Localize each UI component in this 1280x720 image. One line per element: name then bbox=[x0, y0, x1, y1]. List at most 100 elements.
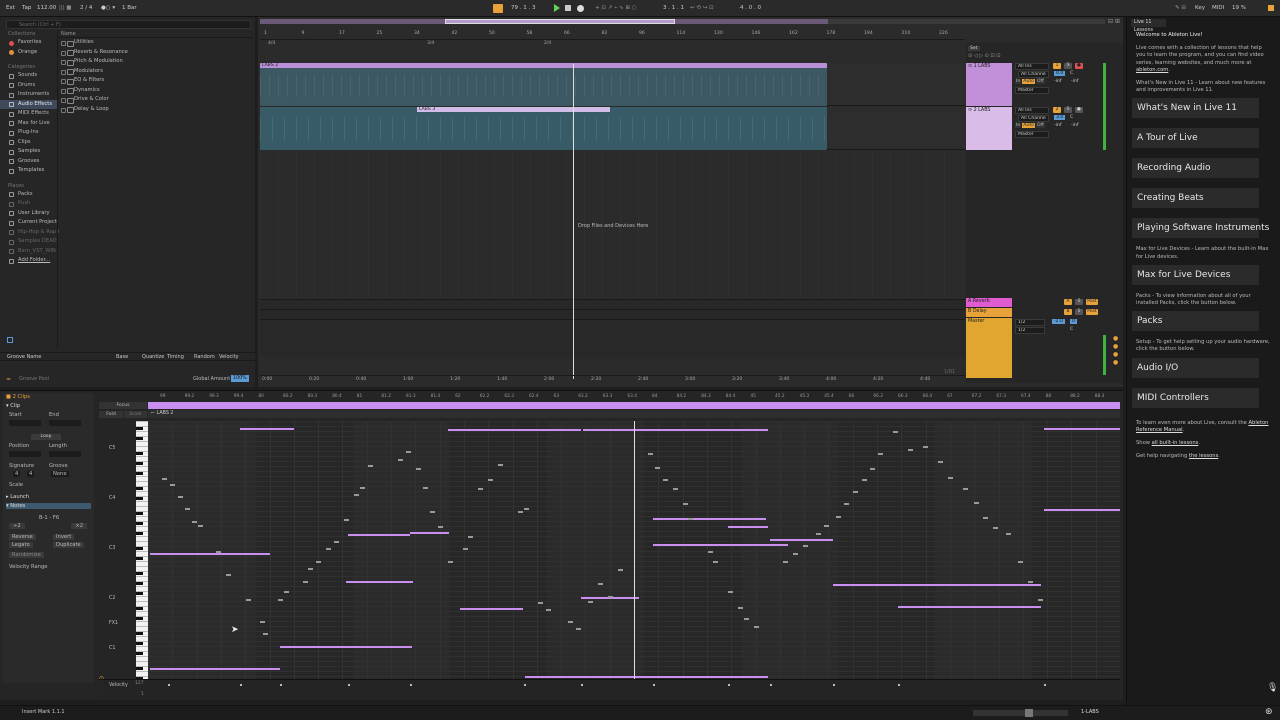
sidebar-item-grooves[interactable]: Grooves bbox=[0, 157, 57, 167]
signature-numerator[interactable]: 4 bbox=[13, 471, 21, 477]
randomize-button[interactable]: Randomize bbox=[9, 552, 44, 558]
black-key[interactable] bbox=[136, 572, 143, 575]
midi-note-short[interactable] bbox=[783, 561, 788, 564]
beat-ruler[interactable]: 99 99.2 99.3 99.4 80 80.2 80.3 80.4 81 81.2 81.3 81… bbox=[148, 394, 1120, 402]
clip-name-bar[interactable]: ⌐ LABS 2 bbox=[148, 410, 1120, 418]
black-key[interactable] bbox=[136, 632, 143, 635]
midi-note-short[interactable] bbox=[1028, 581, 1033, 584]
loop-bar[interactable] bbox=[148, 402, 1120, 409]
master-pan[interactable]: C bbox=[1070, 327, 1073, 332]
stop-icon[interactable] bbox=[565, 5, 571, 11]
sidebar-item-orange[interactable]: Orange bbox=[0, 48, 57, 58]
bar-ruler[interactable]: 1 9 17 25 34 42 50 58 66 82 96 114 130 146 162 178 194 21… bbox=[260, 30, 965, 40]
overdub-icon[interactable]: + ⊡ ↗ ⌁ ∿ ⊞ ○ bbox=[595, 4, 637, 13]
microphone-icon[interactable]: 🎙 bbox=[1267, 683, 1278, 693]
midi-note-short[interactable] bbox=[878, 453, 883, 456]
midi-note-short[interactable] bbox=[655, 467, 660, 470]
midi-note-short[interactable] bbox=[938, 461, 943, 464]
midi-note-short[interactable] bbox=[468, 536, 473, 539]
random-col[interactable]: Random bbox=[194, 354, 215, 360]
add-folder-link[interactable]: Add Folder... bbox=[0, 256, 57, 266]
fold-button[interactable]: Fold bbox=[99, 411, 123, 418]
drop-area[interactable]: Drop Files and Devices Here bbox=[260, 151, 965, 299]
clip-labs-3-title[interactable]: LABS 3 bbox=[417, 107, 610, 112]
monitor-off-1[interactable]: Off bbox=[1035, 79, 1045, 84]
return-header-b[interactable]: B Delay bbox=[966, 308, 1012, 317]
midi-note-short[interactable] bbox=[673, 488, 678, 491]
quantize-col[interactable]: Quantize bbox=[142, 354, 164, 360]
midi-note-short[interactable] bbox=[836, 516, 841, 519]
solo-button-1[interactable]: S bbox=[1064, 63, 1072, 69]
midi-note-short[interactable] bbox=[478, 488, 483, 491]
master-value[interactable]: 0 bbox=[1070, 319, 1077, 324]
midi-note-short[interactable] bbox=[178, 496, 183, 499]
clip-labs-2[interactable]: LABS 2 bbox=[260, 63, 827, 106]
black-key[interactable] bbox=[136, 547, 143, 550]
midi-note-short[interactable] bbox=[162, 478, 167, 481]
lesson-button-audio-io[interactable]: Audio I/O bbox=[1132, 357, 1259, 378]
black-key[interactable] bbox=[136, 592, 143, 595]
master-volume[interactable]: -2.0 bbox=[1052, 319, 1065, 324]
midi-note-short[interactable] bbox=[844, 503, 849, 506]
tree-item-utilities[interactable]: Utilities bbox=[58, 38, 253, 48]
midi-note-short[interactable] bbox=[308, 568, 313, 571]
return-b-solo[interactable]: S bbox=[1075, 309, 1083, 315]
midi-note-short[interactable] bbox=[416, 468, 421, 471]
overview-bar[interactable] bbox=[260, 19, 1105, 24]
metronome-icon[interactable]: ●○ ▾ bbox=[101, 4, 115, 13]
midi-note[interactable] bbox=[525, 676, 768, 679]
midi-note-short[interactable] bbox=[923, 446, 928, 449]
midi-note[interactable] bbox=[448, 429, 581, 432]
midi-note[interactable] bbox=[653, 544, 788, 547]
timing-col[interactable]: Timing bbox=[167, 354, 184, 360]
sidebar-item-user-library[interactable]: User Library bbox=[0, 209, 57, 219]
record-icon[interactable] bbox=[577, 5, 584, 12]
piano-keyboard[interactable] bbox=[136, 421, 148, 680]
tree-item-eq[interactable]: EQ & Filters bbox=[58, 76, 253, 86]
midi-note-short[interactable] bbox=[708, 551, 713, 554]
midi-note-short[interactable] bbox=[284, 591, 289, 594]
velocity-marker[interactable] bbox=[581, 684, 583, 686]
midi-note-short[interactable] bbox=[728, 591, 733, 594]
velocity-marker[interactable] bbox=[728, 684, 730, 686]
ableton-link[interactable]: ableton.com bbox=[1136, 67, 1168, 73]
groove-name-col[interactable]: Groove Name bbox=[7, 354, 41, 360]
black-key[interactable] bbox=[136, 427, 143, 430]
black-key[interactable] bbox=[136, 462, 143, 465]
midi-note-short[interactable] bbox=[354, 494, 359, 497]
cue-out-2[interactable]: 1/2 bbox=[1015, 327, 1045, 334]
midi-note-short[interactable] bbox=[278, 599, 283, 602]
return-b-post[interactable]: Post bbox=[1086, 309, 1098, 315]
sidebar-item-barn-vst[interactable]: Barn_VST_WIN bbox=[0, 247, 57, 257]
launch-section[interactable]: ▸ Launch bbox=[6, 494, 29, 500]
reverse-button[interactable]: Reverse bbox=[9, 534, 36, 540]
ext-sync-button[interactable]: Ext bbox=[6, 4, 15, 13]
groove-select[interactable]: None bbox=[51, 471, 69, 477]
sidebar-item-packs[interactable]: Packs bbox=[0, 190, 57, 200]
midi-note-short[interactable] bbox=[893, 431, 898, 434]
start-field[interactable] bbox=[9, 420, 41, 426]
midi-note-short[interactable] bbox=[326, 548, 331, 551]
sidebar-item-audio-effects[interactable]: Audio Effects bbox=[0, 99, 57, 109]
velocity-marker[interactable] bbox=[770, 684, 772, 686]
black-key[interactable] bbox=[136, 487, 143, 490]
monitor-off-2[interactable]: Off bbox=[1035, 123, 1045, 128]
midi-note-short[interactable] bbox=[226, 574, 231, 577]
sidebar-item-drums[interactable]: Drums bbox=[0, 81, 57, 91]
lesson-button-packs[interactable]: Packs bbox=[1132, 311, 1259, 332]
midi-note-short[interactable] bbox=[538, 602, 543, 605]
global-amount-field[interactable]: 100% bbox=[231, 375, 249, 382]
midi-note-short[interactable] bbox=[713, 561, 718, 564]
midi-note[interactable] bbox=[460, 608, 523, 611]
loop-length-field[interactable]: 4 . 0 . 0 bbox=[740, 4, 761, 13]
black-key[interactable] bbox=[136, 472, 143, 475]
lessons-tab[interactable]: Live 11 Lessons bbox=[1131, 19, 1166, 33]
length-field[interactable] bbox=[49, 451, 81, 457]
tree-item-delay[interactable]: Delay & Loop bbox=[58, 105, 253, 115]
input-channel-2[interactable]: All Channe bbox=[1018, 115, 1049, 122]
signature-denominator[interactable]: 4 bbox=[27, 471, 35, 477]
set-button[interactable]: Set bbox=[968, 46, 980, 51]
midi-map-button[interactable]: MIDI bbox=[1212, 4, 1224, 13]
view-scrollbar[interactable] bbox=[973, 709, 1068, 717]
midi-note-short[interactable] bbox=[870, 468, 875, 471]
